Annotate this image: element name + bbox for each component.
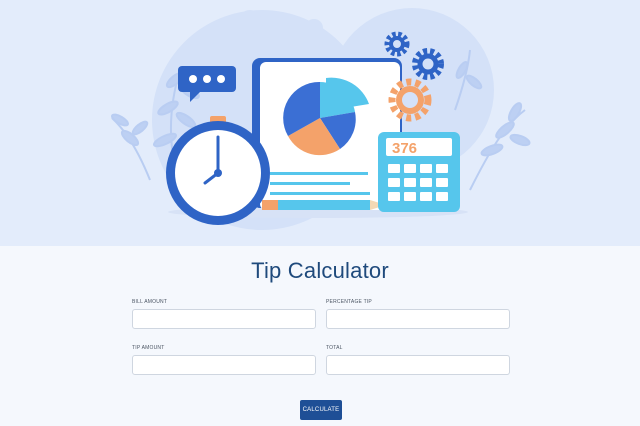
bill-amount-field: BILL AMOUNT [132,298,316,329]
total-label: TOTAL [326,345,343,351]
total-field: TOTAL [326,344,510,375]
bill-amount-label: BILL AMOUNT [132,299,168,305]
tip-amount-field: TIP AMOUNT [132,344,316,375]
tip-amount-input[interactable] [132,355,316,375]
total-input[interactable] [326,355,510,375]
percentage-tip-field: PERCENTAGE TIP [326,298,510,329]
percentage-tip-label: PERCENTAGE TIP [326,299,372,305]
page-title: Tip Calculator [251,258,389,283]
calculate-button[interactable]: CALCULATE [300,400,342,420]
calculator-display: 376 [392,140,417,157]
pencil-icon [262,200,386,210]
bill-amount-input[interactable] [132,309,316,329]
tip-amount-label: TIP AMOUNT [132,345,165,351]
bg-dot [238,10,262,34]
hero-illustration: 376 [0,0,640,246]
percentage-tip-input[interactable] [326,309,510,329]
bg-dot [305,19,323,37]
calculator-icon: 376 [378,132,460,212]
